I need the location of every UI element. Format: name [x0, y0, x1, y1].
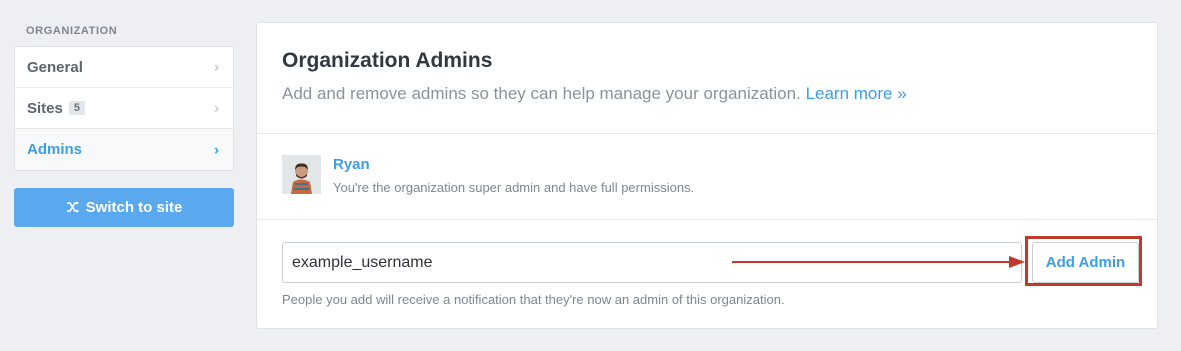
- chevron-right-icon: ›: [214, 58, 219, 76]
- admins-panel: Organization Admins Add and remove admin…: [256, 22, 1158, 329]
- sidebar-item-general[interactable]: General ›: [15, 47, 233, 88]
- sidebar-item-label: Admins: [27, 141, 83, 158]
- learn-more-link[interactable]: Learn more »: [806, 84, 907, 103]
- sites-count-badge: 5: [68, 101, 85, 115]
- subtitle-text: Add and remove admins so they can help m…: [282, 84, 801, 103]
- chevron-right-icon: ›: [214, 99, 219, 117]
- switch-to-site-label: Switch to site: [85, 199, 183, 216]
- sidebar-item-label: Sites: [27, 99, 63, 117]
- switch-to-site-button[interactable]: Switch to site: [14, 188, 234, 227]
- admin-name-link[interactable]: Ryan: [333, 156, 370, 173]
- username-input[interactable]: [282, 242, 1022, 283]
- shuffle-icon: [66, 200, 80, 216]
- add-admin-hint: People you add will receive a notificati…: [282, 292, 785, 307]
- sidebar-item-label: General: [27, 58, 83, 76]
- add-admin-button[interactable]: Add Admin: [1032, 242, 1139, 283]
- chevron-right-icon: ›: [214, 141, 219, 158]
- sidebar-nav: General › Sites 5 › Admins ›: [14, 46, 234, 171]
- sidebar-item-sites[interactable]: Sites 5 ›: [15, 88, 233, 129]
- divider: [257, 219, 1157, 220]
- page-title: Organization Admins: [282, 49, 493, 72]
- avatar: [282, 155, 321, 194]
- admin-description: You're the organization super admin and …: [333, 180, 695, 195]
- page-subtitle: Add and remove admins so they can help m…: [282, 84, 907, 104]
- org-section-label: ORGANIZATION: [26, 25, 118, 37]
- divider: [257, 133, 1157, 134]
- sidebar-item-admins[interactable]: Admins ›: [15, 129, 233, 170]
